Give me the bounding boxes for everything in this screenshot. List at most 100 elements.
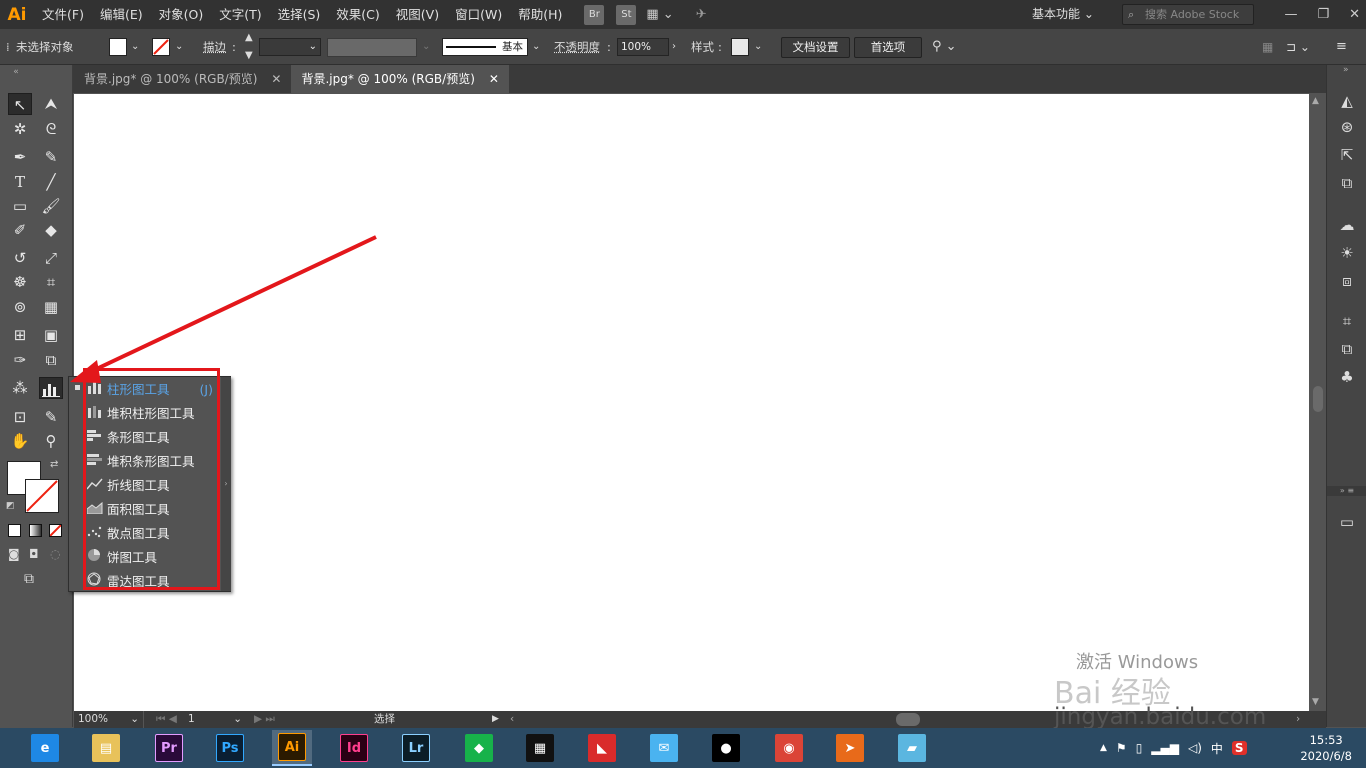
zoom-tool-icon[interactable]: ⚲	[39, 430, 63, 452]
battery-icon[interactable]: ▯	[1136, 741, 1143, 755]
gpu-performance-icon[interactable]: ✈	[696, 7, 707, 22]
workspace-switcher[interactable]: 基本功能 ⌄	[1022, 0, 1104, 29]
artboard-canvas[interactable]	[74, 94, 1309, 711]
tearoff-handle[interactable]: ›	[221, 377, 231, 591]
taskbar-red-app-icon[interactable]: ◣	[582, 730, 622, 766]
tray-expand-icon[interactable]: ▲	[1100, 743, 1107, 753]
scroll-up-icon[interactable]: ▲	[1312, 96, 1319, 106]
taskbar-ie-browser-icon[interactable]: e	[25, 730, 65, 766]
taskbar-qq-penguin-icon[interactable]: ●	[706, 730, 746, 766]
align-icon[interactable]: ▦	[1262, 29, 1273, 65]
direct-selection-tool-icon[interactable]: ⮝	[39, 93, 63, 115]
export-icon[interactable]: ⇱	[1336, 145, 1358, 165]
fill-dropdown-icon[interactable]: ⌄	[131, 29, 139, 65]
first-artboard-icon[interactable]: ⏮ ◀	[156, 711, 177, 728]
stroke-color-box[interactable]	[25, 479, 59, 513]
transform-icon[interactable]: ⊐ ⌄	[1286, 29, 1310, 65]
taskbar-qq-chat-icon[interactable]: ✉	[644, 730, 684, 766]
pen-tool-icon[interactable]: ✒	[8, 146, 32, 168]
magic-wand-tool-icon[interactable]: ✲	[8, 118, 32, 140]
scroll-down-icon[interactable]: ▼	[1312, 697, 1319, 707]
color-guide-icon[interactable]: ⊛	[1336, 117, 1358, 137]
control-panel-menu-icon[interactable]: ≡	[1336, 29, 1347, 65]
zoom-field[interactable]: 100% ⌄	[78, 711, 144, 728]
close-tab-icon[interactable]: ✕	[489, 65, 499, 93]
menu-file[interactable]: 文件(F)	[34, 0, 92, 29]
swap-fill-stroke-icon[interactable]: ⇄	[50, 459, 58, 470]
arrange-documents-icon[interactable]: ▦ ⌄	[646, 7, 673, 22]
taskbar-video-app-icon[interactable]: ▦	[520, 730, 560, 766]
menu-object[interactable]: 对象(O)	[151, 0, 212, 29]
artboard-number-field[interactable]: 1 ⌄	[188, 711, 244, 728]
draw-behind-icon[interactable]: ◘	[29, 547, 39, 561]
bridge-button[interactable]: Br	[584, 4, 605, 25]
type-tool-icon[interactable]: T	[8, 171, 32, 193]
network-icon[interactable]: ▂▄▆	[1151, 741, 1179, 755]
rotate-tool-icon[interactable]: ↺	[8, 247, 32, 269]
status-menu-icon[interactable]: ▶	[492, 711, 499, 728]
menu-view[interactable]: 视图(V)	[388, 0, 447, 29]
symbols-icon[interactable]: ♣	[1336, 367, 1358, 387]
taskbar-orange-app-icon[interactable]: ➤	[830, 730, 870, 766]
scroll-thumb[interactable]	[1313, 386, 1323, 412]
rectangle-tool-icon[interactable]: ▭	[8, 195, 32, 217]
hand-tool-icon[interactable]: ✋	[8, 430, 32, 452]
taskbar-illustrator-icon[interactable]: Ai	[272, 730, 312, 766]
menu-type[interactable]: 文字(T)	[211, 0, 269, 29]
line-tool-icon[interactable]: ╱	[39, 171, 63, 193]
layers-icon[interactable]: ⧉	[1336, 173, 1358, 193]
volume-icon[interactable]: ◁)	[1188, 741, 1202, 755]
slice-tool-icon[interactable]: ✎	[39, 406, 63, 428]
scroll-right-icon[interactable]: ›	[1296, 711, 1300, 728]
taskbar-premiere-icon[interactable]: Pr	[149, 730, 189, 766]
ime-indicator[interactable]: 中	[1211, 740, 1223, 757]
stroke-swatch[interactable]	[152, 38, 170, 56]
opacity-label[interactable]: 不透明度	[554, 29, 600, 65]
close-icon[interactable]: ✕	[1349, 7, 1360, 22]
opacity-arrow-icon[interactable]: ›	[672, 29, 676, 65]
document-setup-button[interactable]: 文档设置	[781, 37, 850, 58]
menu-window[interactable]: 窗口(W)	[447, 0, 510, 29]
taskbar-indesign-icon[interactable]: Id	[334, 730, 374, 766]
brush-definition-field[interactable]: 基本	[442, 38, 528, 56]
tab-document-1[interactable]: 背景.jpg* @ 100% (RGB/预览) ✕	[74, 65, 291, 93]
variable-width-profile[interactable]	[327, 38, 417, 57]
taskbar-photoshop-icon[interactable]: Ps	[210, 730, 250, 766]
draw-normal-icon[interactable]: ◙	[8, 547, 20, 561]
default-colors-icon[interactable]: ◩	[6, 501, 15, 511]
mesh-tool-icon[interactable]: ⊞	[8, 324, 32, 346]
opacity-field[interactable]: 100%	[617, 38, 669, 56]
eyedropper-tool-icon[interactable]: ✑	[8, 349, 32, 371]
artboards-panel-icon[interactable]: ▭	[1336, 512, 1358, 532]
tab-document-2[interactable]: 背景.jpg* @ 100% (RGB/预览) ✕	[291, 65, 509, 93]
scale-tool-icon[interactable]: ⤢	[39, 247, 63, 269]
color-panel-icon[interactable]: ◭	[1336, 91, 1358, 111]
menu-help[interactable]: 帮助(H)	[510, 0, 570, 29]
horizontal-scroll-thumb[interactable]	[896, 713, 920, 726]
taskbar-clock[interactable]: 15:53 2020/6/8	[1300, 732, 1352, 764]
screen-mode-icon[interactable]: ⧉	[24, 571, 34, 587]
appearance-icon[interactable]: ☀	[1336, 243, 1358, 263]
blend-tool-icon[interactable]: ⧉	[39, 349, 63, 371]
brush-dropdown-icon[interactable]: ⌄	[532, 29, 540, 65]
fill-swatch[interactable]	[109, 38, 127, 56]
shape-builder-tool-icon[interactable]: ⊚	[8, 296, 32, 318]
vertical-scrollbar[interactable]: ▲ ▼	[1309, 94, 1326, 711]
perspective-grid-tool-icon[interactable]: ▦	[39, 296, 63, 318]
none-mode-icon[interactable]	[49, 524, 62, 537]
libraries-icon[interactable]: ☁	[1336, 215, 1358, 235]
stroke-weight-stepper[interactable]: ▲ ▼	[245, 29, 253, 65]
last-artboard-icon[interactable]: ▶ ⏭	[254, 711, 275, 728]
taskbar-chrome-icon[interactable]: ◉	[769, 730, 809, 766]
graphic-style-swatch[interactable]	[731, 38, 749, 56]
asset-export-icon[interactable]: ⧈	[1336, 271, 1358, 291]
taskbar-lightroom-icon[interactable]: Lr	[396, 730, 436, 766]
shaper-tool-icon[interactable]: ✐	[8, 219, 32, 241]
sogou-icon[interactable]: S	[1231, 741, 1247, 755]
artboard-tool-icon[interactable]: ⊡	[8, 406, 32, 428]
taskbar-file-explorer-icon[interactable]: ▤	[86, 730, 126, 766]
stock-search-input[interactable]: ⌕ 搜索 Adobe Stock	[1122, 4, 1254, 25]
expand-panels-icon[interactable]: »	[1343, 65, 1349, 75]
paintbrush-tool-icon[interactable]: 🖌	[39, 195, 63, 217]
gradient-tool-icon[interactable]: ▣	[39, 324, 63, 346]
